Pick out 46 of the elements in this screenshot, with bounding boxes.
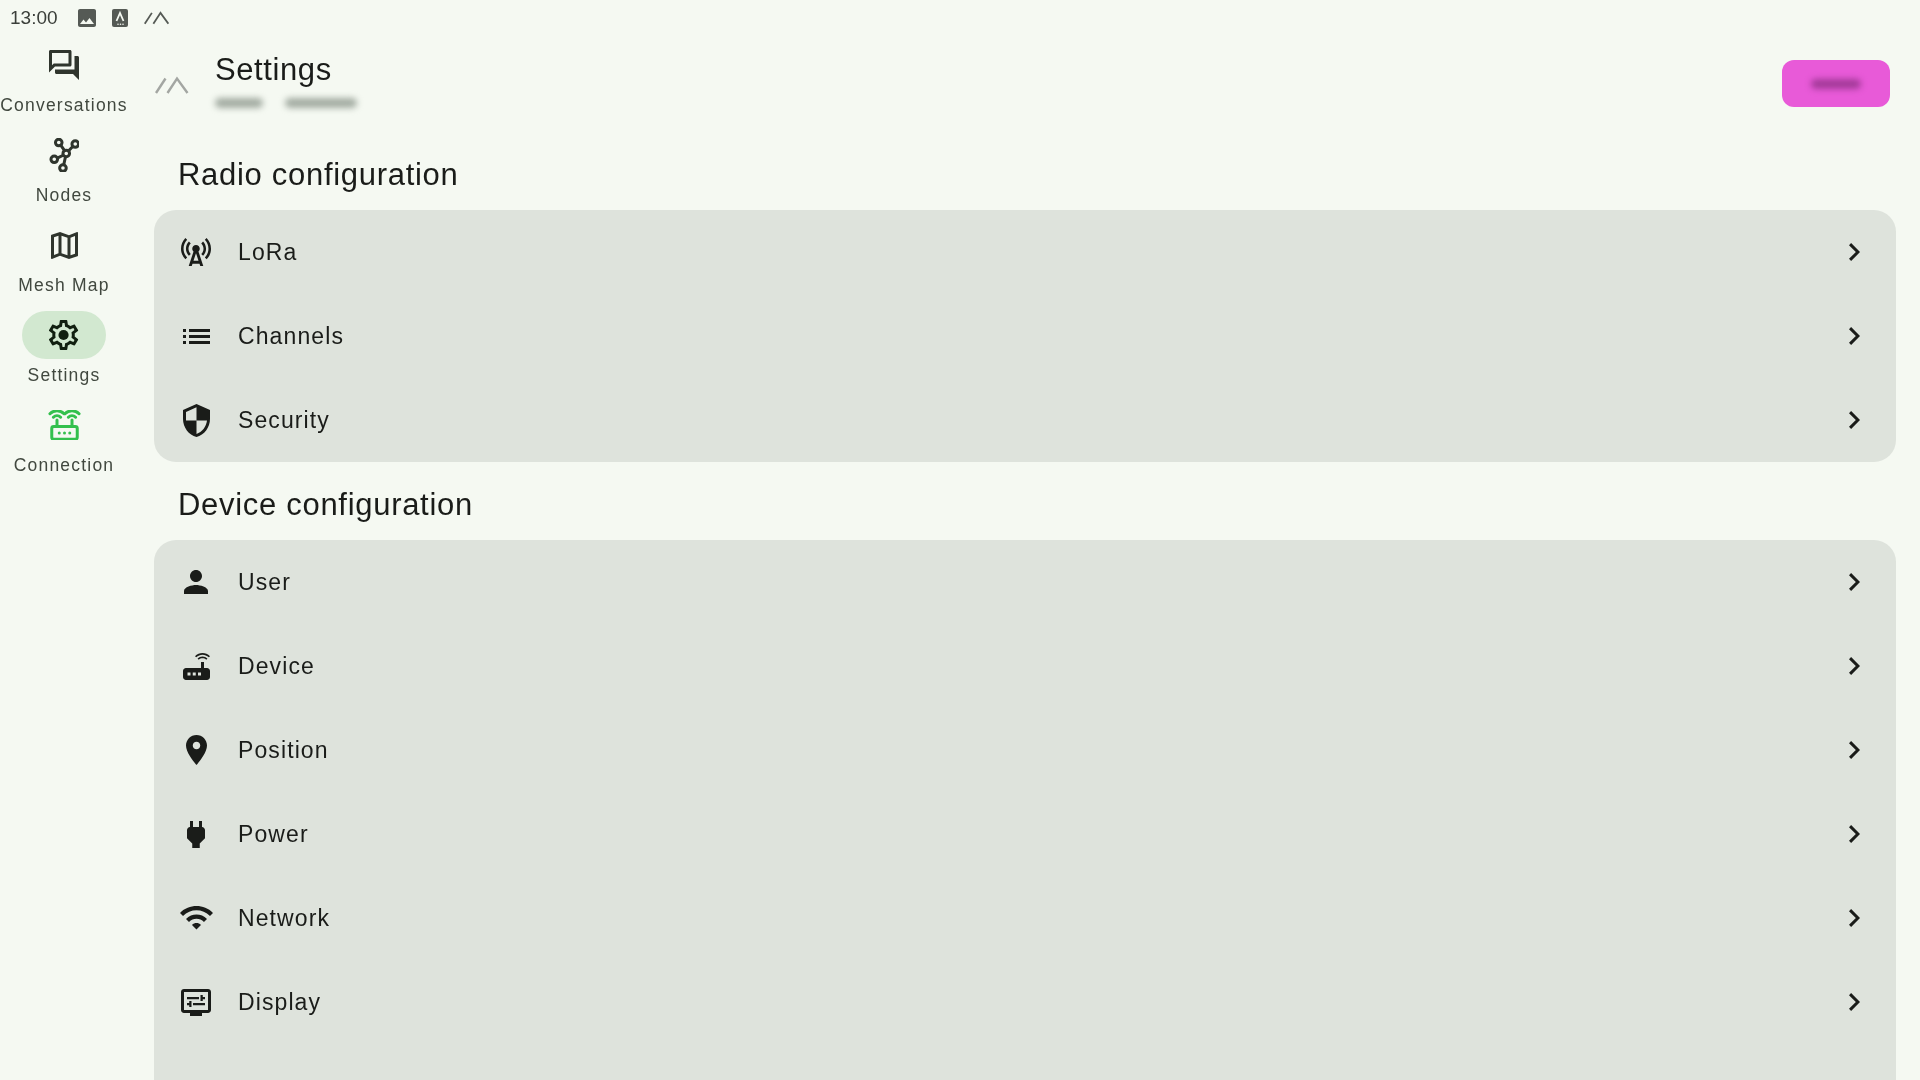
slash-caret-icon [143,11,170,25]
chevron-right-icon [1848,993,1860,1011]
section-heading: Radio configuration [177,156,460,194]
status-time: 13:00 [10,7,58,29]
chevron-right-icon [1848,411,1860,429]
app-notification-icon [111,9,128,27]
settings-row[interactable]: User [154,540,1896,624]
action-button[interactable] [1782,60,1890,107]
wifi-icon [179,906,213,930]
settings-row[interactable]: Power [154,792,1896,876]
map-icon [50,231,78,259]
slash-caret-icon [155,76,189,94]
network-nodes-icon [49,138,79,172]
nav-item[interactable]: Nodes [0,131,128,206]
chevron-right-icon [1848,327,1860,345]
nav-item[interactable]: Conversations [0,41,128,116]
router-icon [182,652,210,680]
chevron-right-icon [1848,825,1860,843]
settings-row[interactable]: Security [154,378,1896,462]
settings-row[interactable]: Position [154,708,1896,792]
chevron-right-icon [1848,573,1860,591]
settings-row[interactable]: Network [154,876,1896,960]
section-heading: Device configuration [177,486,474,524]
settings-row[interactable]: Display [154,960,1896,1044]
chevron-right-icon [1848,243,1860,261]
nav-item[interactable]: Settings [0,311,128,386]
nav-item[interactable]: Connection [0,401,128,476]
settings-row[interactable]: LoRa [154,210,1896,294]
blurred-label [1811,78,1861,89]
person-icon [184,570,208,594]
monitor-sliders-icon [181,988,211,1016]
image-icon [77,9,96,27]
settings-row[interactable]: Device [154,624,1896,708]
location-pin-icon [185,735,207,765]
list-icon [182,328,210,344]
shield-icon [182,403,210,437]
page-title: Settings [215,52,332,88]
nav-item[interactable]: Mesh Map [0,221,128,296]
chat-bubbles-icon [49,50,79,80]
chevron-right-icon [1848,741,1860,759]
chevron-right-icon [1848,909,1860,927]
chevron-right-icon [1848,657,1860,675]
settings-row[interactable]: Channels [154,294,1896,378]
plug-icon [187,820,205,848]
settings-icon [49,320,79,350]
cell-tower-icon [181,237,211,267]
